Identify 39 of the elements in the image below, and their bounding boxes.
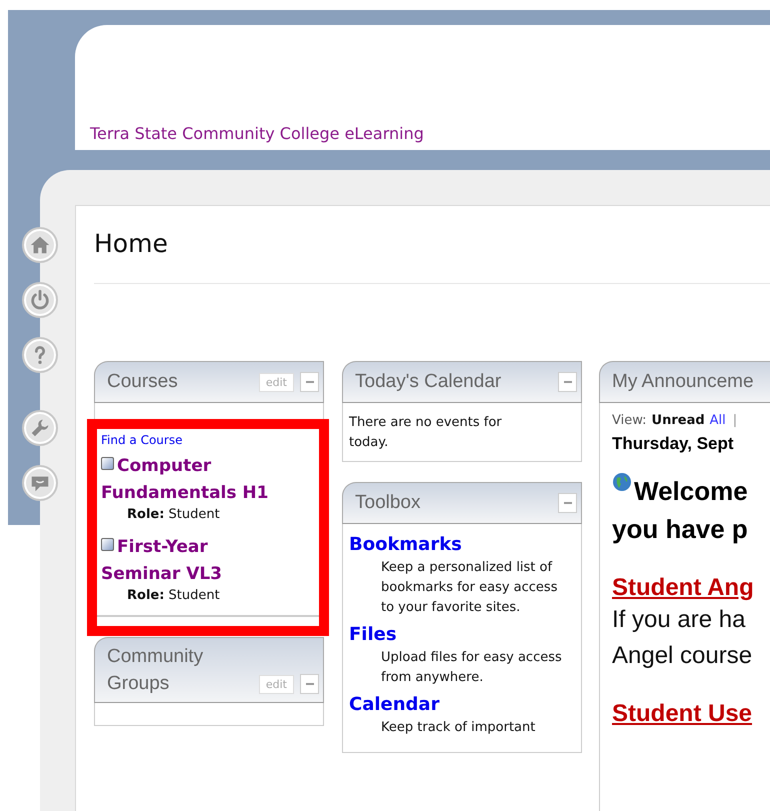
find-course-link[interactable]: Find a Course xyxy=(101,433,317,447)
tool-link[interactable]: Files xyxy=(349,622,575,648)
help-icon[interactable] xyxy=(22,337,58,373)
site-title[interactable]: Terra State Community College eLearning xyxy=(90,124,424,143)
globe-icon xyxy=(612,472,632,492)
minimize-button[interactable] xyxy=(558,493,577,513)
course-link[interactable]: Computer Fundamentals H1 xyxy=(101,453,281,507)
home-icon[interactable] xyxy=(22,227,58,263)
tool-link[interactable]: Calendar xyxy=(349,692,575,718)
view-label: View: xyxy=(612,413,647,428)
tool-description: Upload files for easy access from anywhere. xyxy=(381,649,563,687)
minimize-button[interactable] xyxy=(558,372,577,392)
separator: | xyxy=(732,413,738,428)
chat-icon[interactable] xyxy=(22,465,58,501)
course-link[interactable]: First-Year Seminar VL3 xyxy=(101,534,281,588)
portlet-title: Courses xyxy=(107,371,179,393)
announcement-headline: Welcome xyxy=(634,475,748,508)
course-role: Role: Student xyxy=(126,588,221,603)
tool-description: Keep a personalized list of bookmarks for easy access to your favorite sites. xyxy=(381,559,558,617)
page-title: Home xyxy=(94,229,169,258)
announcement-headline: you have p xyxy=(612,513,749,546)
minimize-button[interactable] xyxy=(300,372,319,392)
section-heading: Student Ang xyxy=(612,574,755,602)
portlet-title: Today's Calendar xyxy=(355,371,502,393)
portlet-title: My Announceme xyxy=(612,371,755,393)
calendar-message: There are no events for today. xyxy=(349,414,503,452)
announcement-date: Thursday, Sept xyxy=(612,434,735,454)
filter-link[interactable]: Unread xyxy=(652,413,705,428)
portlet-title: Community Groups xyxy=(107,645,204,696)
wrench-icon[interactable] xyxy=(22,410,58,446)
portlet-title: Toolbox xyxy=(355,492,422,514)
section-heading: Student Use xyxy=(612,700,754,728)
course-role: Role: Student xyxy=(126,507,221,522)
power-icon[interactable] xyxy=(22,282,58,318)
tool-description: Keep track of important xyxy=(381,719,536,737)
minimize-button[interactable] xyxy=(300,674,319,694)
tool-link[interactable]: Bookmarks xyxy=(349,532,575,558)
section-text: If you are ha Angel course xyxy=(612,605,754,671)
filter-link[interactable]: All xyxy=(710,413,726,428)
